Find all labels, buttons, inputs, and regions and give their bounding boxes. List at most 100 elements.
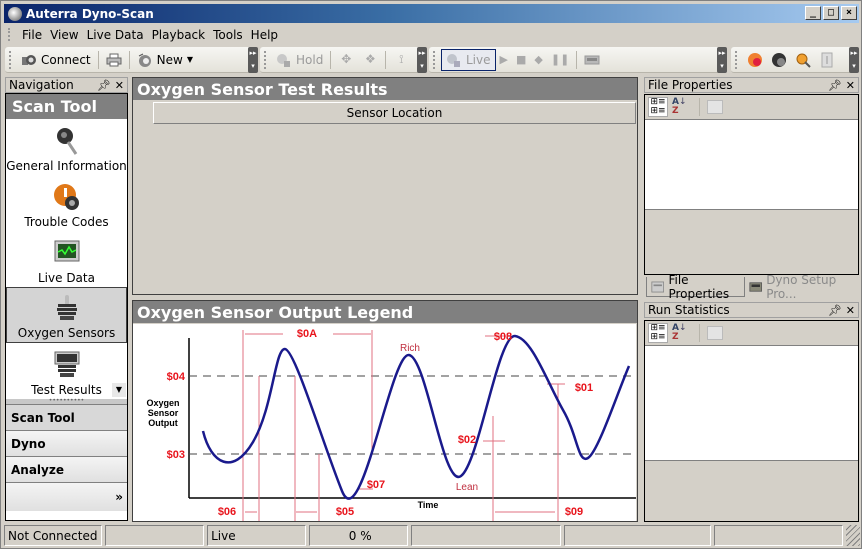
property-description [645,210,858,272]
document-button[interactable] [815,49,839,71]
alphabetical-sort-icon[interactable]: A↓ Z [672,98,692,116]
search-button[interactable] [791,49,815,71]
toolbar-main: Connect New ▼ ▸▸ ▾ [5,46,258,73]
annotation-02: $02 [458,434,476,446]
toolbar-separator [699,324,700,342]
property-pages-icon[interactable] [707,326,723,340]
file-properties-grid: ⊞≡ ⊞≡ A↓ Z [644,94,859,275]
menu-view[interactable]: View [46,28,82,42]
alphabetical-sort-icon[interactable]: A↓ Z [672,324,692,342]
menu-playback[interactable]: Playback [148,28,210,42]
legend-diagram: $04 $03 Oxygen Sensor Output Time $0A $0… [133,324,636,521]
annotation-08: $08 [494,331,512,343]
tab-label: Dyno Setup Pro... [766,273,837,301]
black-globe-button[interactable] [767,49,791,71]
minimize-button[interactable]: _ [805,6,821,20]
pause-icon: ❚❚ [550,53,570,66]
menu-live-data[interactable]: Live Data [83,28,148,42]
meter-button[interactable] [580,49,604,71]
maximize-button[interactable]: □ [823,6,839,20]
print-button[interactable] [102,49,126,71]
status-connection: Not Connected [4,525,103,546]
toolbar-overflow-button[interactable]: ▸▸ ▾ [417,46,427,73]
pause-button[interactable]: ❚❚ [547,49,573,71]
hold-button[interactable]: Hold [272,49,327,71]
property-pages-icon[interactable] [707,100,723,114]
nav-item-oxygen-sensors[interactable]: Oxygen Sensors [6,287,127,343]
zoom-fit-x-button[interactable]: ✥ [334,49,358,71]
annotation-07: $07 [367,479,385,491]
nav-item-trouble-codes[interactable]: Trouble Codes [6,175,127,231]
nav-item-test-results[interactable]: Test Results ▼ [6,343,127,399]
live-button[interactable]: Live [441,48,496,71]
property-list[interactable] [645,120,858,210]
nav-item-live-data[interactable]: Live Data [6,231,127,287]
property-toolbar: ⊞≡ ⊞≡ A↓ Z [645,95,858,120]
live-label: Live [466,52,491,67]
nav-section-scan-tool[interactable]: Scan Tool [6,404,127,430]
toolbar-overflow-button[interactable]: ▸▸ ▾ [849,46,859,73]
new-icon [138,53,151,67]
property-toolbar: ⊞≡ ⊞≡ A↓ Z [645,321,858,346]
file-properties-icon [651,281,665,292]
menu-tools[interactable]: Tools [209,28,247,42]
y-axis-label-line3: Output [148,418,178,428]
toolbar-grip[interactable] [9,50,13,69]
annotation-05: $05 [336,506,354,518]
toolbar-overflow-button[interactable]: ▸▸ ▾ [717,46,727,73]
column-header-sensor-location[interactable]: Sensor Location [153,102,636,124]
close-button[interactable]: × [841,6,857,20]
menu-grip [8,28,10,41]
window-title: Auterra Dyno-Scan [26,6,154,21]
pin-icon[interactable]: 📌︎ [828,304,842,317]
play-button[interactable]: ▶ [496,49,512,71]
property-list[interactable] [645,346,858,461]
test-results-title: Oxygen Sensor Test Results [133,78,637,100]
close-icon[interactable]: ✕ [846,79,855,92]
nav-section-analyze[interactable]: Analyze [6,456,127,482]
toolbar-separator [97,50,99,69]
toolbar-separator [385,50,387,69]
red-globe-button[interactable] [743,49,767,71]
toolbar-separator [128,50,130,69]
categorized-icon[interactable]: ⊞≡ ⊞≡ [648,97,668,117]
stop-button[interactable]: ■ [512,49,530,71]
close-icon[interactable]: ✕ [115,79,124,92]
new-button[interactable]: New ▼ [133,49,197,71]
red-globe-icon [748,52,762,67]
status-cell-2 [105,525,205,546]
toolbar-overflow-button[interactable]: ▸▸ ▾ [248,46,258,73]
record-button[interactable]: ◆ [530,49,546,71]
app-window: Auterra Dyno-Scan _ □ × File View Live D… [0,0,862,549]
hold-label: Hold [296,52,324,67]
legend-title: Oxygen Sensor Output Legend [133,301,637,323]
resize-grip[interactable] [846,525,860,546]
pin-icon[interactable]: 📌︎ [828,79,842,92]
test-results-icon [54,351,79,377]
connect-button[interactable]: Connect [17,49,95,71]
live-icon [447,53,460,67]
dock-tab-strip: File Properties Dyno Setup Pro... [646,273,858,301]
toolbar-grip[interactable] [735,50,739,69]
tab-file-properties[interactable]: File Properties [646,273,745,301]
pin-icon[interactable]: 📌︎ [97,79,111,92]
zoom-fit-all-button[interactable]: ❖ [358,49,382,71]
menu-bar: File View Live Data Playback Tools Help [4,25,859,44]
overflow-chevron-icon[interactable]: » [115,490,123,504]
nav-item-general-information[interactable]: General Information [6,119,127,175]
toolbar-grip[interactable] [433,50,437,69]
nav-section-dyno[interactable]: Dyno [6,430,127,456]
annotation-0A: $0A [297,328,317,340]
menu-help[interactable]: Help [247,28,282,42]
zoom-fit-y-button[interactable]: ⟟ [389,49,413,71]
chevron-down-icon[interactable]: ▼ [187,55,193,64]
menu-file[interactable]: File [18,28,46,42]
scroll-down-button[interactable]: ▼ [112,383,126,397]
toolbar-grip[interactable] [264,50,268,69]
app-logo-icon [8,6,22,21]
annotation-09: $09 [565,506,583,518]
close-icon[interactable]: ✕ [846,304,855,317]
tab-dyno-setup[interactable]: Dyno Setup Pro... [745,273,858,301]
legend-svg: $04 $03 Oxygen Sensor Output Time $0A $0… [146,328,636,521]
categorized-icon[interactable]: ⊞≡ ⊞≡ [648,323,668,343]
